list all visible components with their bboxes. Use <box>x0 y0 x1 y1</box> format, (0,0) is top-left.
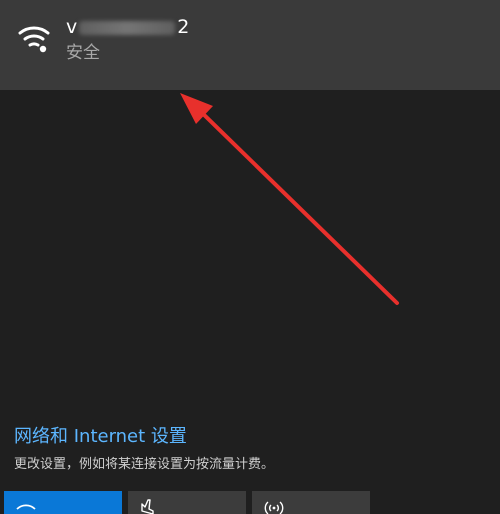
wifi-signal-icon <box>18 26 50 53</box>
ssid-suffix: 2 <box>177 16 190 38</box>
network-settings-link[interactable]: 网络和 Internet 设置 <box>14 425 187 449</box>
wlan-toggle-tile[interactable] <box>4 491 122 514</box>
network-ssid: v2 <box>66 14 189 40</box>
ssid-redaction <box>79 20 176 35</box>
wifi-network-item[interactable]: v2 安全 <box>0 0 500 90</box>
network-settings-description: 更改设置，例如将某连接设置为按流量计费。 <box>14 457 275 472</box>
mobile-hotspot-tile[interactable] <box>252 491 370 514</box>
airplane-mode-tile[interactable] <box>128 491 246 514</box>
network-security-status: 安全 <box>66 43 100 63</box>
network-flyout: v2 安全 网络和 Internet 设置 更改设置，例如将某连接设置为按流量计… <box>0 0 500 514</box>
hotspot-icon <box>264 501 284 514</box>
ssid-prefix: v <box>66 16 78 38</box>
airplane-icon <box>141 499 154 514</box>
wifi-icon <box>16 504 36 510</box>
